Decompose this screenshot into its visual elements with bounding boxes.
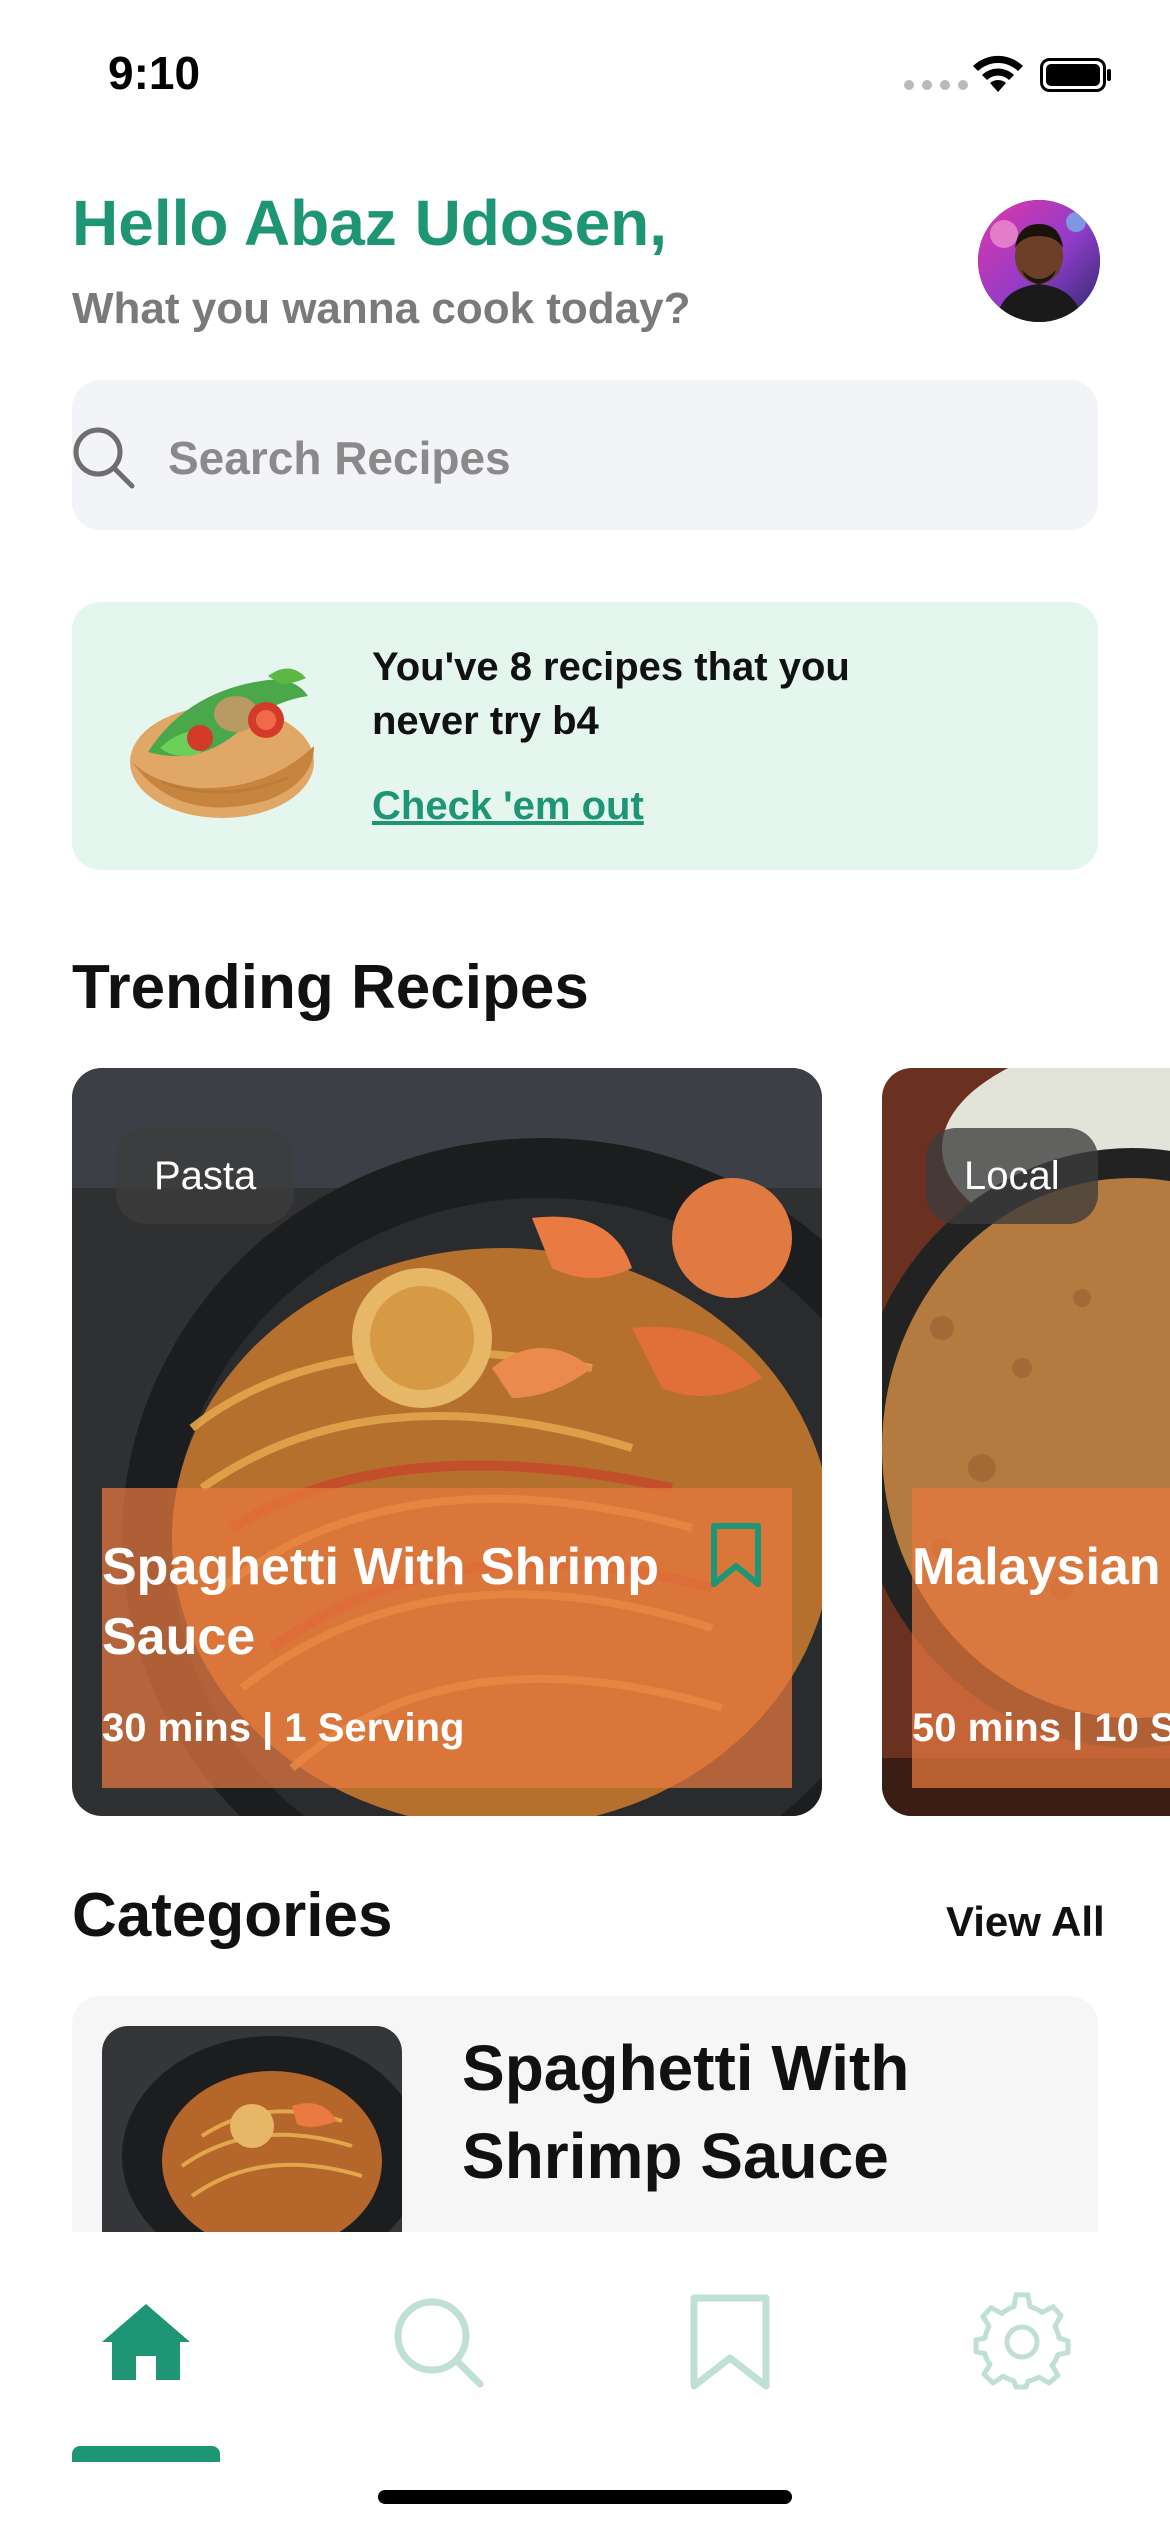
tab-bar — [0, 2232, 1170, 2532]
view-all-link[interactable]: View All — [946, 1898, 1105, 1946]
home-indicator — [378, 2490, 792, 2504]
avatar-image — [978, 200, 1100, 322]
section-title-categories: Categories — [72, 1881, 393, 1950]
recipe-meta: 50 mins | 10 Serving — [912, 1706, 1170, 1750]
wifi-icon — [973, 55, 1023, 92]
trending-card[interactable]: Pasta Spaghetti With Shrimp Sauce 30 min… — [72, 1068, 822, 1816]
active-tab-indicator — [72, 2446, 220, 2462]
avatar[interactable] — [978, 200, 1100, 322]
battery-icon — [1040, 58, 1111, 92]
recipe-title: Malaysian Satay — [912, 1538, 1170, 1596]
category-thumbnail — [102, 2026, 402, 2236]
section-title-trending: Trending Recipes — [72, 953, 589, 1022]
search-input[interactable] — [168, 430, 1048, 486]
trending-card[interactable]: Local Malaysian Satay 50 mins | 10 Servi… — [882, 1068, 1170, 1816]
status-bar: 9:10 — [0, 0, 1170, 150]
home-icon[interactable] — [96, 2292, 196, 2392]
bookmark-icon[interactable] — [680, 2292, 780, 2392]
recipe-meta: 30 mins | 1 Serving — [102, 1706, 465, 1750]
gear-icon[interactable] — [972, 2292, 1072, 2392]
search-icon[interactable] — [388, 2292, 488, 2392]
search-icon — [73, 427, 135, 489]
category-card[interactable]: Spaghetti With Shrimp Sauce — [72, 1996, 1098, 2236]
recipe-overlay: Spaghetti With Shrimp Sauce 30 mins | 1 … — [102, 1488, 792, 1788]
status-time: 9:10 — [108, 47, 201, 99]
greeting-subtitle: What you wanna cook today? — [72, 284, 691, 333]
recipe-title: Spaghetti With Shrimp Sauce — [102, 1538, 660, 1666]
category-title: Spaghetti With Shrimp Sauce — [462, 2032, 910, 2192]
promo-text: You've 8 recipes that you never try b4 — [372, 645, 850, 743]
signal-icon — [904, 80, 968, 90]
recipe-overlay: Malaysian Satay 50 mins | 10 Serving — [912, 1488, 1170, 1788]
promo-link[interactable]: Check 'em out — [372, 784, 644, 829]
recipe-tag: Local — [926, 1128, 1098, 1224]
bookmark-icon[interactable] — [708, 1522, 764, 1588]
recipe-tag: Pasta — [116, 1128, 295, 1224]
greeting-title: Hello Abaz Udosen, — [72, 187, 668, 259]
taco-illustration — [130, 668, 314, 818]
